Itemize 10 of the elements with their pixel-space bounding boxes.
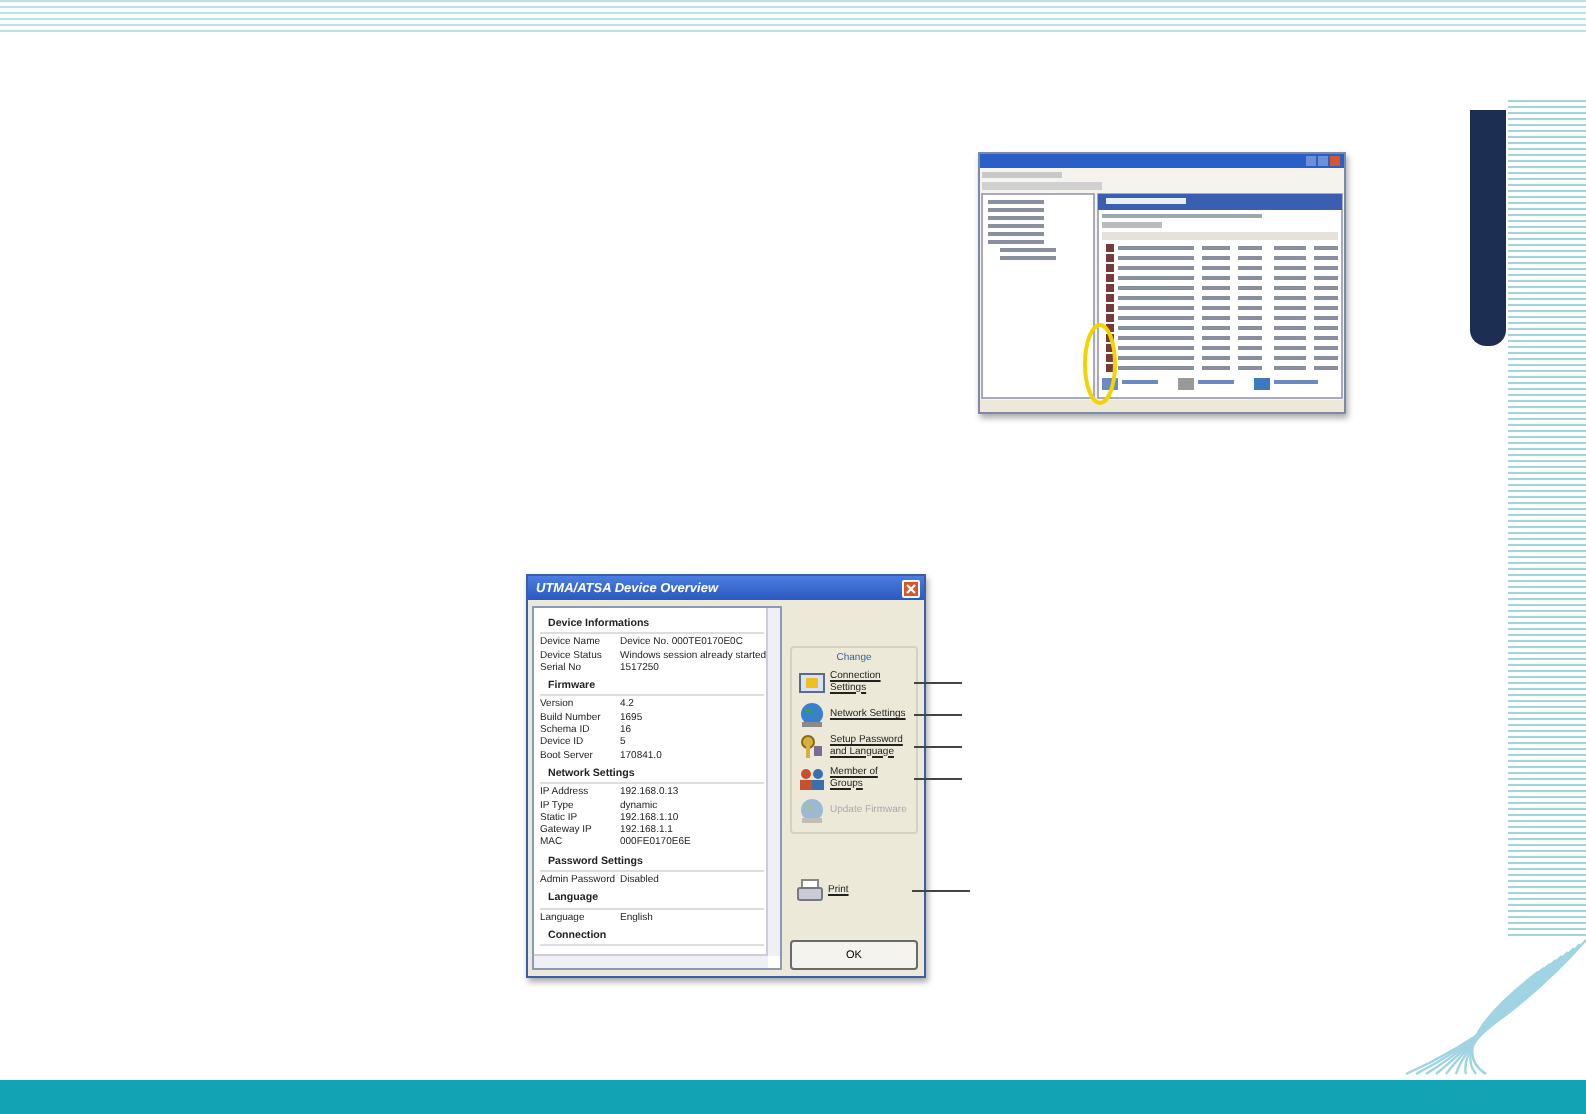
globe-icon[interactable] [798, 702, 826, 728]
vertical-scrollbar[interactable] [766, 608, 780, 956]
printer-icon[interactable] [796, 878, 824, 904]
people-icon[interactable] [798, 766, 826, 792]
close-button[interactable] [902, 579, 920, 597]
key-icon[interactable] [798, 734, 826, 760]
highlight-ellipse [1082, 322, 1118, 406]
close-icon [906, 583, 916, 593]
monitor-icon[interactable] [798, 670, 826, 696]
horizontal-scrollbar[interactable] [534, 954, 768, 968]
